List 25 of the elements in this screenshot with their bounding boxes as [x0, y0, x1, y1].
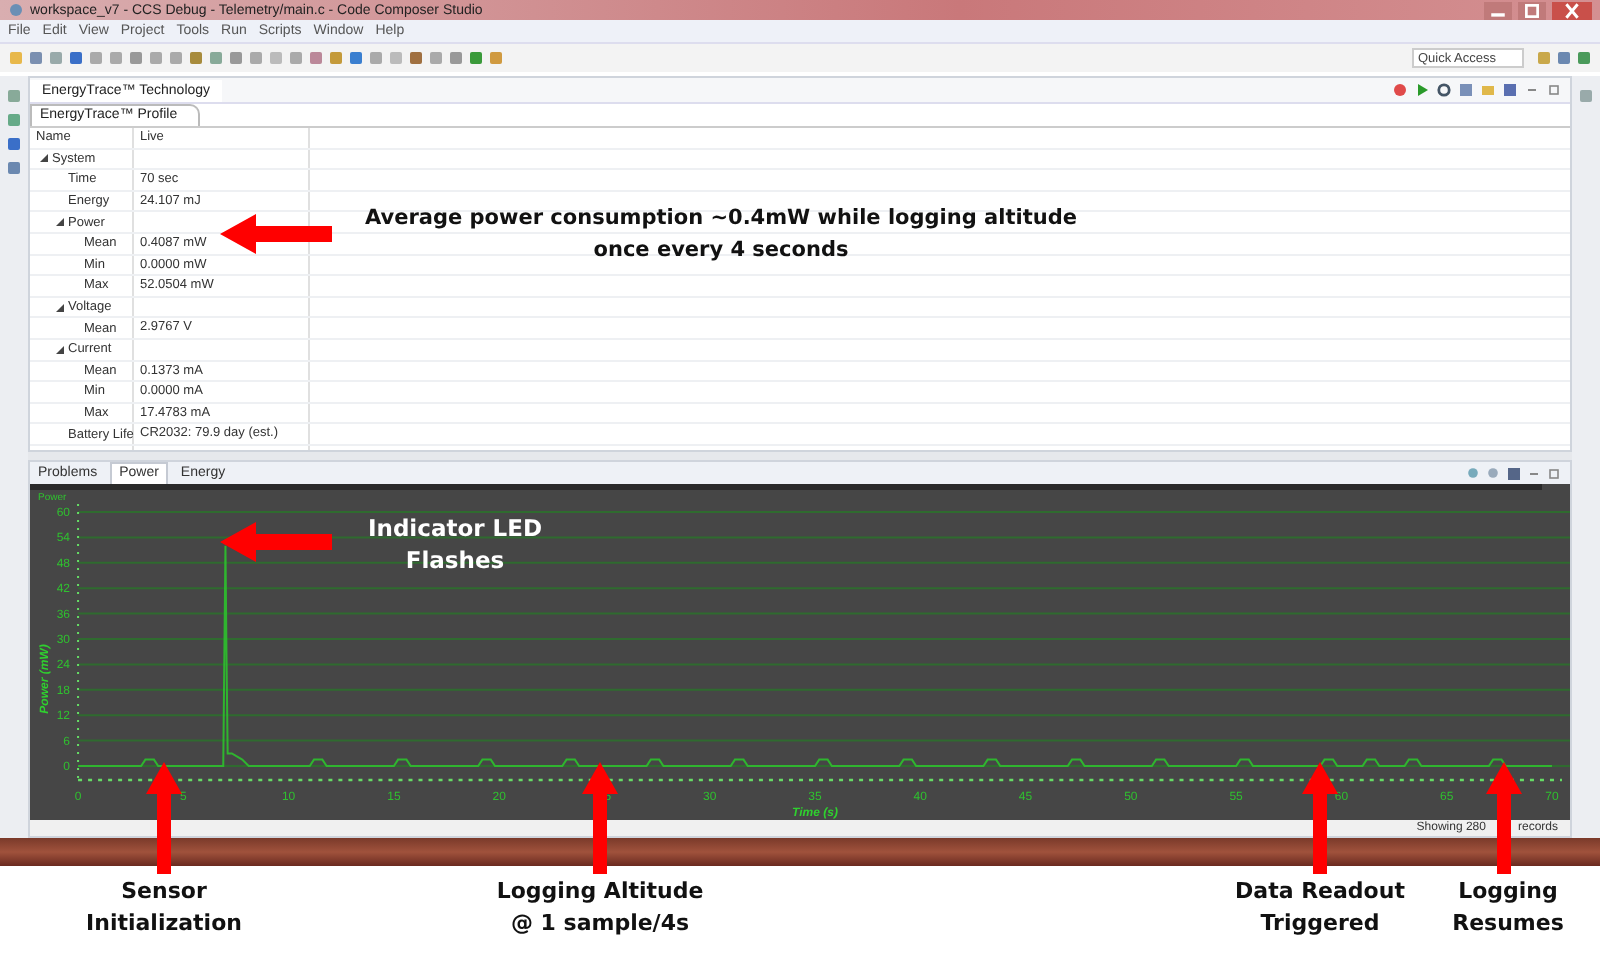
triangle-icon[interactable] [38, 152, 50, 165]
maximize-icon[interactable] [1518, 1, 1546, 19]
maximize-icon[interactable] [1546, 82, 1562, 98]
triangle-icon[interactable] [54, 216, 66, 229]
up-arrow [146, 762, 182, 874]
annotation-text: Average power consumption ~0.4mW while logging altitude once every 4 seconds [363, 204, 1079, 266]
left-arrow [220, 214, 332, 254]
annotation-text: Logging Altitude @ 1 sample/4s [494, 876, 706, 940]
annotation-text: Data Readout Triggered [1233, 876, 1407, 940]
minimize-icon[interactable] [1484, 1, 1512, 19]
maximize-icon[interactable] [1546, 465, 1562, 481]
up-arrow [1486, 762, 1522, 874]
up-arrow [1302, 762, 1338, 874]
annotation-text: Logging Resumes [1450, 876, 1566, 940]
close-icon[interactable] [1552, 1, 1592, 19]
app-icon [8, 2, 24, 18]
triangle-icon[interactable] [54, 301, 66, 314]
stop-icon[interactable] [1392, 82, 1408, 98]
side-icon[interactable] [1578, 88, 1594, 104]
left-arrow [220, 522, 332, 562]
play-icon[interactable] [1414, 82, 1430, 98]
annotation-text: Sensor Initialization [84, 876, 244, 940]
triangle-icon[interactable] [54, 343, 66, 356]
up-arrow [582, 762, 618, 874]
annotation-text: Indicator LED Flashes [365, 512, 545, 576]
